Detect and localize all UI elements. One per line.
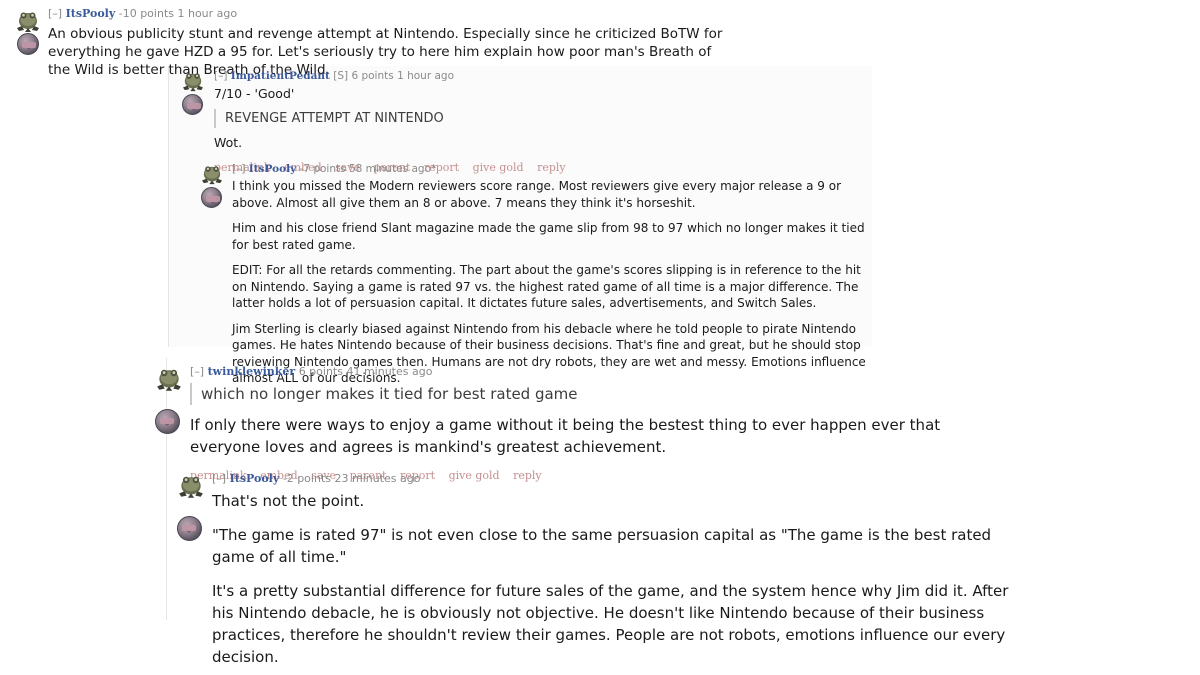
- medallion-avatar-icon: [155, 409, 180, 434]
- comment-body-reply-4: That's not the point. "The game is rated…: [212, 490, 1012, 668]
- submitter-badge: [S]: [333, 70, 349, 82]
- comment-thread-page: [–] ItsPooly -10 points 1 hour ago An ob…: [0, 0, 1200, 675]
- collapse-toggle[interactable]: [–]: [212, 472, 226, 485]
- avatar-group-reply-2: [196, 165, 230, 209]
- comment-header-root: [–] ItsPooly -10 points 1 hour ago: [48, 7, 728, 21]
- medallion-avatar-icon: [177, 516, 202, 541]
- comment-quote: REVENGE ATTEMPT AT NINTENDO: [214, 109, 866, 129]
- comment-timestamp: 1 hour ago: [177, 7, 238, 20]
- frog-avatar-icon: [183, 73, 203, 92]
- comment-quote: which no longer makes it tied for best r…: [190, 382, 1010, 405]
- medallion-avatar-icon: [182, 94, 203, 115]
- comment-paragraph: Wot.: [214, 135, 243, 151]
- collapse-toggle[interactable]: [–]: [48, 7, 62, 20]
- avatar-group-reply-4: [172, 475, 208, 541]
- comment-reply-1[interactable]: [–] ImpatientPedant [S] 6 points 1 hour …: [176, 70, 866, 174]
- frog-avatar-icon: [179, 476, 203, 498]
- comment-root[interactable]: [–] ItsPooly -10 points 1 hour ago An ob…: [8, 7, 728, 79]
- comment-score: -7 points: [299, 163, 346, 175]
- frog-avatar-icon: [17, 12, 39, 32]
- frog-avatar-icon: [202, 166, 222, 185]
- collapse-toggle[interactable]: [–]: [214, 70, 227, 82]
- comment-paragraph: I think you missed the Modern reviewers …: [232, 179, 841, 210]
- comment-author-link[interactable]: ItsPooly: [66, 7, 116, 20]
- comment-score: -2 points: [282, 472, 331, 485]
- comment-timestamp: 1 hour ago: [397, 70, 454, 82]
- frog-avatar-icon: [157, 369, 181, 391]
- avatar-group-reply-1: [176, 72, 210, 116]
- quote-text: REVENGE ATTEMPT AT NINTENDO: [225, 111, 444, 127]
- comment-timestamp: 41 minutes ago: [346, 365, 433, 378]
- avatar-group-root: [8, 11, 44, 57]
- collapse-toggle[interactable]: [–]: [190, 365, 204, 378]
- comment-paragraph: That's not the point.: [212, 491, 365, 510]
- comment-paragraph: Him and his close friend Slant magazine …: [232, 221, 865, 252]
- quote-text: which no longer makes it tied for best r…: [201, 384, 578, 403]
- comment-paragraph: EDIT: For all the retards commenting. Th…: [232, 263, 861, 311]
- medallion-avatar-icon: [201, 187, 222, 208]
- comment-header-reply-4: [–] ItsPooly -2 points 23 minutes ago: [212, 472, 1012, 486]
- comment-paragraph: "The game is rated 97" is not even close…: [212, 525, 992, 566]
- comment-body-reply-2: I think you missed the Modern reviewers …: [232, 178, 876, 387]
- comment-author-link[interactable]: ItsPooly: [230, 472, 280, 485]
- comment-score: 6 points: [351, 70, 394, 82]
- comment-timestamp: 23 minutes ago: [334, 472, 421, 485]
- comment-paragraph: 7/10 - 'Good': [214, 86, 295, 102]
- avatar-group-reply-3: [150, 368, 186, 434]
- thread-line-1: [168, 66, 169, 347]
- comment-body-reply-3: which no longer makes it tied for best r…: [190, 382, 1010, 458]
- comment-paragraph: It's a pretty substantial difference for…: [212, 581, 1009, 666]
- collapse-toggle[interactable]: [–]: [232, 163, 245, 175]
- comment-score: 6 points: [298, 365, 343, 378]
- comment-paragraph: If only there were ways to enjoy a game …: [190, 415, 941, 456]
- comment-header-reply-3: [–] twinklewinker 6 points 41 minutes ag…: [190, 365, 1010, 379]
- comment-author-link[interactable]: ImpatientPedant: [231, 70, 330, 82]
- comment-reply-3[interactable]: [–] twinklewinker 6 points 41 minutes ag…: [150, 365, 1010, 482]
- comment-body-reply-1: 7/10 - 'Good' REVENGE ATTEMPT AT NINTEND…: [214, 85, 866, 151]
- comment-author-link[interactable]: twinklewinker: [208, 365, 296, 378]
- comment-score: -10 points: [118, 7, 174, 20]
- comment-author-link[interactable]: ItsPooly: [249, 163, 296, 175]
- medallion-avatar-icon: [17, 33, 39, 55]
- comment-header-reply-1: [–] ImpatientPedant [S] 6 points 1 hour …: [214, 70, 866, 82]
- comment-header-reply-2: [–] ItsPooly -7 points 58 minutes ago*: [232, 163, 876, 175]
- comment-reply-2[interactable]: [–] ItsPooly -7 points 58 minutes ago* I…: [196, 163, 876, 387]
- comment-reply-4[interactable]: [–] ItsPooly -2 points 23 minutes ago Th…: [172, 472, 1012, 668]
- comment-timestamp: 58 minutes ago*: [348, 163, 437, 175]
